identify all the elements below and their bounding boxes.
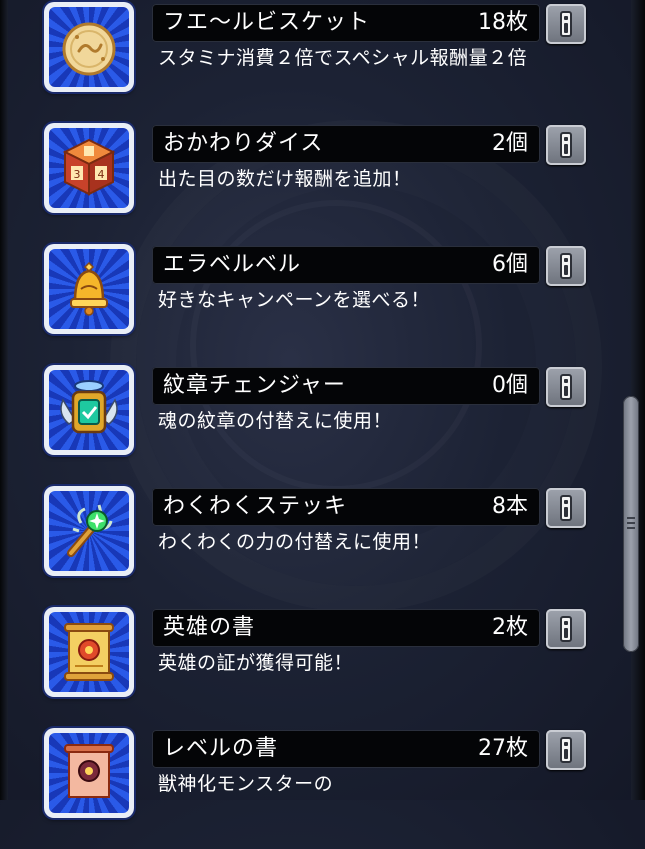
info-button[interactable] xyxy=(546,246,586,286)
item-icon-frame xyxy=(44,365,134,455)
item-description: 英雄の証が獲得可能！ xyxy=(158,652,354,674)
list-item[interactable]: わくわくステッキ 8本 わくわくの力の付替えに使用！ xyxy=(0,486,600,607)
dice-icon: 3 4 xyxy=(62,138,116,196)
scroll-icon xyxy=(64,623,114,681)
bell-icon xyxy=(70,261,108,316)
info-button[interactable] xyxy=(546,367,586,407)
scroll-icon xyxy=(64,744,114,798)
item-count: 0個 xyxy=(492,373,528,398)
svg-text:3: 3 xyxy=(74,168,81,181)
item-description: 好きなキャンペーンを選べる！ xyxy=(158,289,431,311)
svg-text:4: 4 xyxy=(98,168,105,181)
info-button[interactable] xyxy=(546,125,586,165)
item-name: フエ〜ルビスケット xyxy=(163,10,371,35)
info-icon xyxy=(560,374,572,400)
item-name-bar: おかわりダイス 2個 xyxy=(152,125,540,163)
item-name: おかわりダイス xyxy=(163,131,324,156)
info-icon xyxy=(560,253,572,279)
item-count: 6個 xyxy=(492,252,528,277)
info-icon xyxy=(560,132,572,158)
item-icon-frame xyxy=(44,607,134,697)
item-name: レベルの書 xyxy=(163,736,279,761)
item-description: 獣神化モンスターの xyxy=(158,773,334,795)
list-item[interactable]: 紋章チェンジャー 0個 魂の紋章の付替えに使用！ xyxy=(0,365,600,486)
magic-stick-icon xyxy=(67,504,113,557)
item-count: 8本 xyxy=(492,494,528,519)
list-item[interactable]: フエ〜ルビスケット 18枚 スタミナ消費２倍でスペシャル報酬量２倍 xyxy=(0,2,600,123)
info-icon xyxy=(560,737,572,763)
item-count: 2枚 xyxy=(492,615,528,640)
item-icon-frame xyxy=(44,728,134,818)
item-name: わくわくステッキ xyxy=(163,494,348,519)
biscuit-icon xyxy=(62,22,116,76)
item-name-bar: わくわくステッキ 8本 xyxy=(152,488,540,526)
item-description: スタミナ消費２倍でスペシャル報酬量２倍 xyxy=(158,47,528,69)
info-button[interactable] xyxy=(546,730,586,770)
grip-icon xyxy=(627,514,635,534)
list-item[interactable]: レベルの書 27枚 獣神化モンスターの xyxy=(0,728,600,849)
info-button[interactable] xyxy=(546,4,586,44)
item-icon-frame xyxy=(44,486,134,576)
emblem-changer-icon xyxy=(60,380,118,434)
item-name: エラベルベル xyxy=(163,252,302,277)
item-name: 紋章チェンジャー xyxy=(163,373,346,398)
item-description: 魂の紋章の付替えに使用！ xyxy=(158,410,393,432)
item-name-bar: フエ〜ルビスケット 18枚 xyxy=(152,4,540,42)
info-icon xyxy=(560,495,572,521)
item-name-bar: 紋章チェンジャー 0個 xyxy=(152,367,540,405)
item-count: 18枚 xyxy=(478,10,528,35)
list-item[interactable]: 英雄の書 2枚 英雄の証が獲得可能！ xyxy=(0,607,600,728)
item-name-bar: 英雄の書 2枚 xyxy=(152,609,540,647)
item-count: 2個 xyxy=(492,131,528,156)
item-count: 27枚 xyxy=(478,736,528,761)
item-icon-frame xyxy=(44,2,134,92)
item-description: わくわくの力の付替えに使用！ xyxy=(158,531,432,553)
item-name: 英雄の書 xyxy=(163,615,256,640)
item-name-bar: レベルの書 27枚 xyxy=(152,730,540,768)
info-button[interactable] xyxy=(546,488,586,528)
list-item[interactable]: エラベルベル 6個 好きなキャンペーンを選べる！ xyxy=(0,244,600,365)
item-description: 出た目の数だけ報酬を追加！ xyxy=(158,168,412,190)
item-name-bar: エラベルベル 6個 xyxy=(152,246,540,284)
item-icon-frame: 3 4 xyxy=(44,123,134,213)
list-item[interactable]: 3 4 おかわりダイス 2個 出た目の数だけ報酬を追加！ xyxy=(0,123,600,244)
item-icon-frame xyxy=(44,244,134,334)
scrollbar-thumb[interactable] xyxy=(623,396,639,652)
info-icon xyxy=(560,11,572,37)
info-button[interactable] xyxy=(546,609,586,649)
info-icon xyxy=(560,616,572,642)
